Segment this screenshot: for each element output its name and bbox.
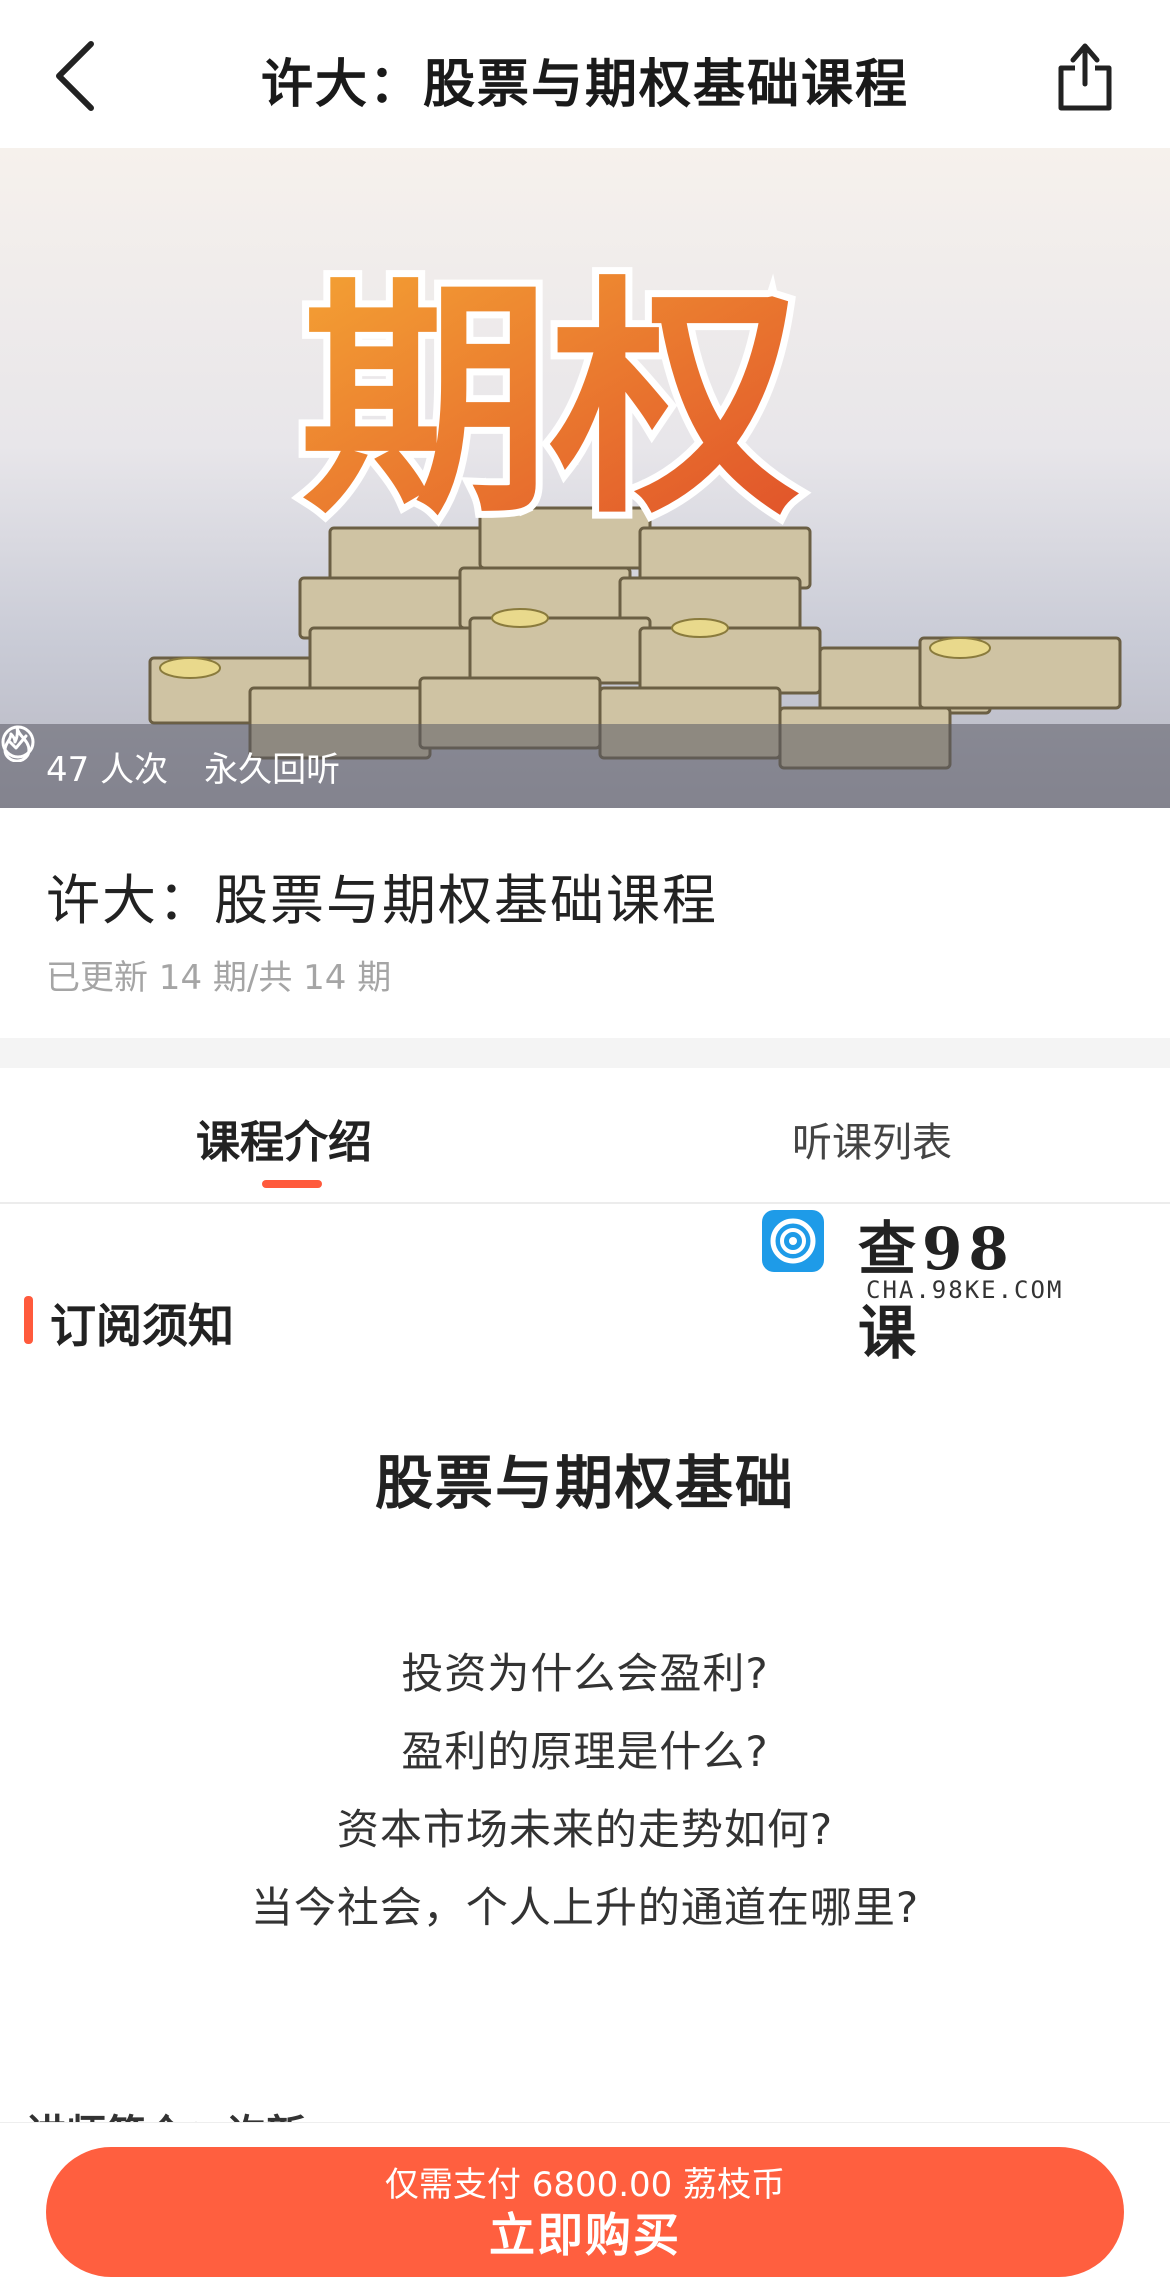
watermark-logo-icon [762,1210,824,1272]
question-line: 盈利的原理是什么? [401,1727,769,1776]
tab-course-intro[interactable]: 课程介绍 [196,1106,372,1170]
watermark: 查98课 CHA.98KE.COM [762,1210,1072,1367]
bottom-purchase-bar: 仅需支付 6800.00 荔枝币 立即购买 [0,2122,1170,2288]
buy-now-label: 立即购买 [489,2208,681,2262]
section-divider [0,1038,1170,1068]
section-title: 订阅须知 [50,1299,234,1353]
tab-lesson-list[interactable]: 听课列表 [792,1110,952,1168]
question-line: 投资为什么会盈利? [401,1649,769,1698]
views-count: 47 人次 [46,749,169,790]
course-title: 许大：股票与期权基础课程 [46,869,718,932]
share-icon [1058,43,1112,111]
watermark-url: CHA.98KE.COM [866,1276,1064,1304]
check-circle-icon [1,725,35,759]
active-tab-indicator [262,1180,322,1188]
top-nav-bar: 许大：股票与期权基础课程 [0,0,1170,148]
replay-label: 永久回听 [204,749,341,790]
chevron-left-icon [56,41,94,111]
banner-stats-bar: 47 人次 永久回听 [0,724,1170,808]
course-update-status: 已更新 14 期/共 14 期 [46,958,392,998]
tab-bar: 课程介绍 听课列表 [0,1068,1170,1204]
course-info: 许大：股票与期权基础课程 已更新 14 期/共 14 期 [0,808,1170,1038]
buy-now-button[interactable]: 仅需支付 6800.00 荔枝币 立即购买 [46,2147,1124,2277]
views-stat: 47 人次 [3,725,169,791]
page-title: 许大：股票与期权基础课程 [260,55,909,115]
section-accent-bar [24,1296,33,1344]
back-button[interactable] [40,36,110,116]
banner-art-text: 期权 [300,256,800,547]
question-line: 资本市场未来的走势如何? [336,1805,834,1854]
money-stacks-illustration: 期权 [148,249,1122,770]
share-button[interactable] [1050,36,1120,116]
replay-stat: 永久回听 [1,725,341,791]
question-line: 当今社会，个人上升的通道在哪里? [250,1883,920,1932]
content-heading: 股票与期权基础 [374,1449,795,1517]
course-banner-image: 期权 47 人次 永久回听 [0,148,1170,808]
